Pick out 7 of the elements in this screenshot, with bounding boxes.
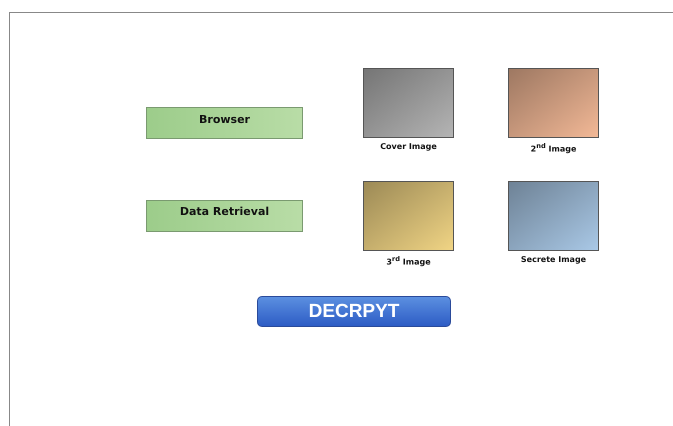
image-label: Cover Image [380,142,437,151]
action-button[interactable]: Data Retrieval [146,200,303,232]
action-button[interactable]: Browser [146,107,303,139]
decrypt-button[interactable]: DECRPYT [257,296,451,328]
image-label: 2$^{nd}$ Image [530,142,576,154]
image-label: Secrete Image [520,254,586,264]
image-label: 3$^{rd}$ Image [386,254,431,266]
